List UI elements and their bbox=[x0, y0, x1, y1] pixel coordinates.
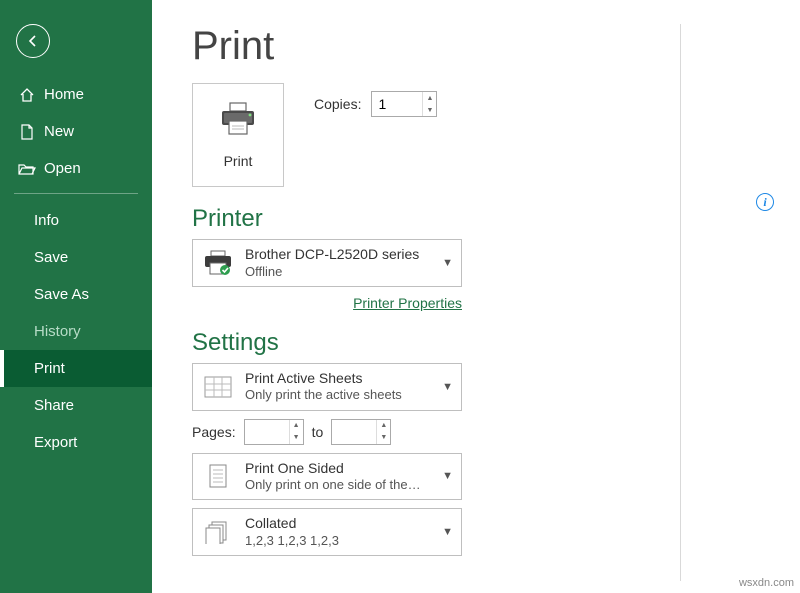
copies-row: Copies: ▲ ▼ bbox=[314, 91, 437, 117]
copies-down-icon[interactable]: ▼ bbox=[423, 104, 436, 116]
up-icon[interactable]: ▲ bbox=[290, 420, 303, 432]
printer-icon bbox=[218, 101, 258, 137]
printer-status: Offline bbox=[245, 264, 432, 280]
pages-row: Pages: ▲▼ to ▲▼ bbox=[192, 419, 774, 445]
copies-input[interactable] bbox=[372, 92, 422, 116]
preview-divider bbox=[680, 24, 681, 581]
pages-to-input[interactable] bbox=[332, 420, 376, 444]
back-arrow-icon bbox=[25, 33, 41, 49]
sidebar-item-history[interactable]: History bbox=[0, 313, 152, 350]
sidebar-item-save-as[interactable]: Save As bbox=[0, 276, 152, 313]
up-icon[interactable]: ▲ bbox=[377, 420, 390, 432]
collate-sub: 1,2,3 1,2,3 1,2,3 bbox=[245, 533, 432, 549]
print-what-dropdown[interactable]: Print Active Sheets Only print the activ… bbox=[192, 363, 462, 411]
open-folder-icon bbox=[16, 162, 38, 176]
down-icon[interactable]: ▼ bbox=[290, 432, 303, 444]
print-what-sub: Only print the active sheets bbox=[245, 387, 432, 403]
backstage-sidebar: Home New Open Info Save Save As History … bbox=[0, 0, 152, 593]
print-button[interactable]: Print bbox=[192, 83, 284, 187]
printer-name: Brother DCP-L2520D series bbox=[245, 246, 432, 264]
sides-sub: Only print on one side of the… bbox=[245, 477, 432, 493]
page-title: Print bbox=[192, 24, 774, 69]
printer-dropdown[interactable]: Brother DCP-L2520D series Offline ▼ bbox=[192, 239, 462, 287]
chevron-down-icon: ▼ bbox=[442, 470, 453, 482]
sidebar-item-open[interactable]: Open bbox=[0, 150, 152, 187]
sidebar-label-new: New bbox=[44, 123, 74, 140]
sidebar-item-new[interactable]: New bbox=[0, 113, 152, 150]
pages-from-input[interactable] bbox=[245, 420, 289, 444]
sidebar-item-export[interactable]: Export bbox=[0, 424, 152, 461]
copies-label: Copies: bbox=[314, 96, 361, 112]
sides-title: Print One Sided bbox=[245, 460, 432, 478]
sidebar-item-save[interactable]: Save bbox=[0, 239, 152, 276]
chevron-down-icon: ▼ bbox=[442, 381, 453, 393]
sidebar-item-print[interactable]: Print bbox=[0, 350, 152, 387]
copies-up-icon[interactable]: ▲ bbox=[423, 92, 436, 104]
sidebar-item-home[interactable]: Home bbox=[0, 76, 152, 113]
printer-heading: Printer bbox=[192, 205, 263, 233]
chevron-down-icon: ▼ bbox=[442, 526, 453, 538]
print-backstage-panel: Print Print Copies: ▲ ▼ bbox=[152, 0, 800, 593]
printer-properties-link[interactable]: Printer Properties bbox=[192, 295, 462, 311]
chevron-down-icon: ▼ bbox=[442, 257, 453, 269]
sidebar-item-info[interactable]: Info bbox=[0, 202, 152, 239]
watermark: wsxdn.com bbox=[739, 577, 794, 589]
back-button[interactable] bbox=[16, 24, 50, 58]
pages-label: Pages: bbox=[192, 424, 236, 440]
down-icon[interactable]: ▼ bbox=[377, 432, 390, 444]
pages-to-stepper[interactable]: ▲▼ bbox=[331, 419, 391, 445]
print-what-title: Print Active Sheets bbox=[245, 370, 432, 388]
printer-info-icon[interactable]: i bbox=[756, 193, 774, 211]
collated-icon bbox=[201, 520, 235, 544]
sidebar-label-open: Open bbox=[44, 160, 81, 177]
pages-from-stepper[interactable]: ▲▼ bbox=[244, 419, 304, 445]
home-icon bbox=[16, 87, 38, 103]
sidebar-divider bbox=[14, 193, 138, 194]
print-button-label: Print bbox=[224, 153, 253, 169]
sheets-icon bbox=[201, 376, 235, 398]
sidebar-label-home: Home bbox=[44, 86, 84, 103]
settings-heading: Settings bbox=[192, 329, 774, 357]
one-sided-icon bbox=[201, 463, 235, 489]
copies-stepper[interactable]: ▲ ▼ bbox=[371, 91, 437, 117]
printer-device-icon bbox=[201, 250, 235, 276]
collate-dropdown[interactable]: Collated 1,2,3 1,2,3 1,2,3 ▼ bbox=[192, 508, 462, 556]
collate-title: Collated bbox=[245, 515, 432, 533]
sides-dropdown[interactable]: Print One Sided Only print on one side o… bbox=[192, 453, 462, 501]
pages-to-label: to bbox=[312, 424, 324, 440]
sidebar-item-share[interactable]: Share bbox=[0, 387, 152, 424]
new-doc-icon bbox=[16, 124, 38, 140]
